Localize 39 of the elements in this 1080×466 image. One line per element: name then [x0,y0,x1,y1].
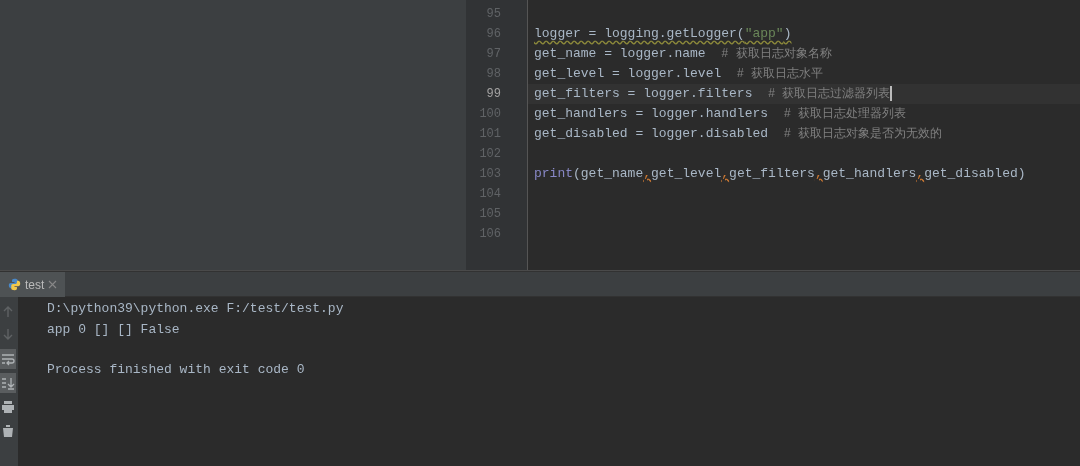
down-arrow-icon [1,328,15,342]
comma-warning: , [916,166,925,181]
code-text: get_filters = logger.filters [534,86,754,101]
code-text: get_disabled = logger.disabled [534,126,770,141]
code-comment: # 获取日志处理器列表 [783,107,907,121]
code-text: get_handlers [822,166,917,181]
code-comment: # 获取日志过滤器列表 [768,87,891,101]
soft-wrap-icon [1,352,15,366]
run-tab[interactable]: test [0,272,66,297]
comma-warning: , [643,166,652,181]
close-icon[interactable] [48,280,58,289]
code-comment: # 获取日志对象是否为无效的 [783,127,943,141]
code-text: get_name = logger.name [534,46,707,61]
up-arrow-icon [1,304,15,318]
code-text: ) [783,26,792,41]
code-text: get_level = logger.level [534,66,723,81]
comma-warning: , [814,166,823,181]
code-text: get_disabled) [924,166,1026,181]
code-text: get_level [651,166,722,181]
code-text: (get_name [573,166,644,181]
python-icon [8,278,21,291]
builtin-name: print [534,166,573,181]
code-text: get_handlers = logger.handlers [534,106,770,121]
code-comment: # 获取日志水平 [736,67,824,81]
scroll-to-end-button[interactable] [0,373,16,393]
line-number: 99 [485,86,502,103]
print-icon [1,400,15,414]
code-text: get_filters [729,166,815,181]
trash-icon [1,424,15,438]
scroll-to-end-icon [1,376,15,390]
console-line: app 0 [] [] False [47,320,181,339]
soft-wrap-button[interactable] [0,349,16,369]
text-cursor [890,86,893,102]
comma-warning: , [721,166,730,181]
console-line: Process finished with exit code 0 [47,361,306,379]
string-literal: "app" [744,26,784,41]
console-line: D:\python39\python.exe F:/test/test.py [47,300,345,318]
code-text: logger = logging.getLogger( [534,26,745,41]
code-comment: # 获取日志对象名称 [721,47,832,61]
